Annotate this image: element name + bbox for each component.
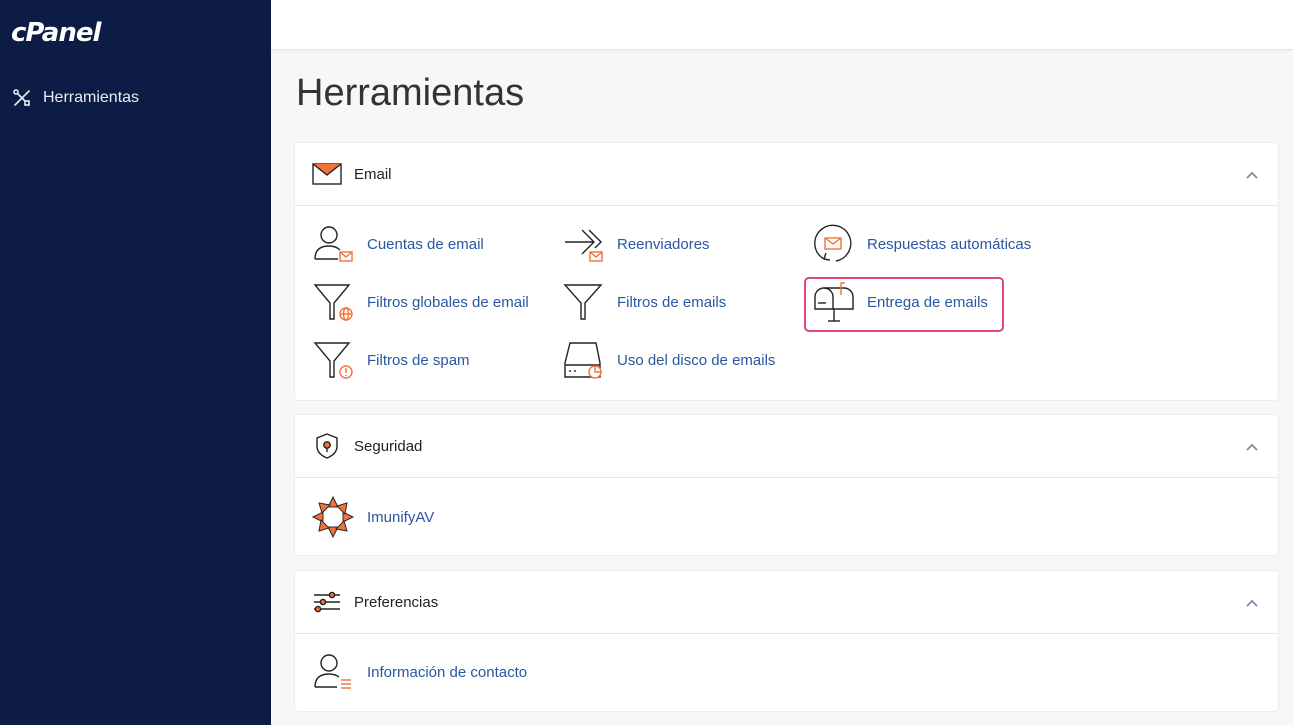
contact-info-icon — [311, 650, 355, 694]
tool-label: Filtros de spam — [367, 351, 470, 369]
chevron-up-icon[interactable] — [1244, 595, 1260, 611]
forwarders-icon — [561, 222, 605, 266]
global-filter-icon — [311, 280, 355, 324]
tool-respuestas-automaticas[interactable]: Respuestas automáticas — [811, 222, 1031, 266]
shield-icon — [311, 430, 343, 462]
cpanel-logo[interactable]: cPanel — [11, 18, 101, 48]
chevron-up-icon[interactable] — [1244, 167, 1260, 183]
spam-filter-icon — [311, 338, 355, 382]
tool-uso-del-disco-de-emails[interactable]: Uso del disco de emails — [561, 338, 775, 382]
tool-informacion-de-contacto[interactable]: Información de contacto — [311, 650, 527, 694]
sidebar: cPanel Herramientas — [0, 0, 271, 725]
tool-filtros-globales-de-email[interactable]: Filtros globales de email — [311, 280, 529, 324]
autoresponders-icon — [811, 222, 855, 266]
tools-icon — [12, 88, 32, 108]
tool-label: Cuentas de email — [367, 235, 484, 253]
panel-title: Preferencias — [354, 593, 439, 611]
tool-reenviadores[interactable]: Reenviadores — [561, 222, 710, 266]
envelope-icon — [311, 158, 343, 190]
panel-title: Email — [354, 165, 392, 183]
selection-highlight — [804, 277, 1004, 332]
imunify-icon — [311, 495, 355, 539]
filter-icon — [561, 280, 605, 324]
disk-usage-icon — [561, 338, 605, 382]
panel-preferencias: Preferencias Información de contacto — [295, 571, 1278, 711]
panel-header-seguridad[interactable]: Seguridad — [295, 415, 1278, 478]
tool-label: ImunifyAV — [367, 508, 435, 526]
tool-label: Uso del disco de emails — [617, 351, 776, 369]
tool-imunifyav[interactable]: ImunifyAV — [311, 495, 434, 539]
tool-filtros-de-emails[interactable]: Filtros de emails — [561, 280, 726, 324]
page-title: Herramientas — [296, 72, 525, 114]
email-accounts-icon — [311, 222, 355, 266]
panel-seguridad: Seguridad ImunifyAV — [295, 415, 1278, 555]
tool-label: Filtros de emails — [617, 293, 727, 311]
panel-header-preferencias[interactable]: Preferencias — [295, 571, 1278, 634]
top-bar — [271, 0, 1293, 50]
tool-label: Reenviadores — [617, 235, 710, 253]
sidebar-item-herramientas[interactable]: Herramientas — [12, 86, 139, 110]
chevron-up-icon[interactable] — [1244, 439, 1260, 455]
tool-cuentas-de-email[interactable]: Cuentas de email — [311, 222, 484, 266]
panel-header-email[interactable]: Email — [295, 143, 1278, 206]
panel-title: Seguridad — [354, 437, 423, 455]
sidebar-item-label: Herramientas — [43, 89, 140, 106]
tool-label: Respuestas automáticas — [867, 235, 1032, 253]
sliders-icon — [311, 586, 343, 618]
tool-label: Información de contacto — [367, 663, 528, 681]
panel-email: Email Cuentas de email Reenviadores Resp… — [295, 143, 1278, 400]
tool-filtros-de-spam[interactable]: Filtros de spam — [311, 338, 470, 382]
tool-label: Filtros globales de email — [367, 293, 529, 311]
